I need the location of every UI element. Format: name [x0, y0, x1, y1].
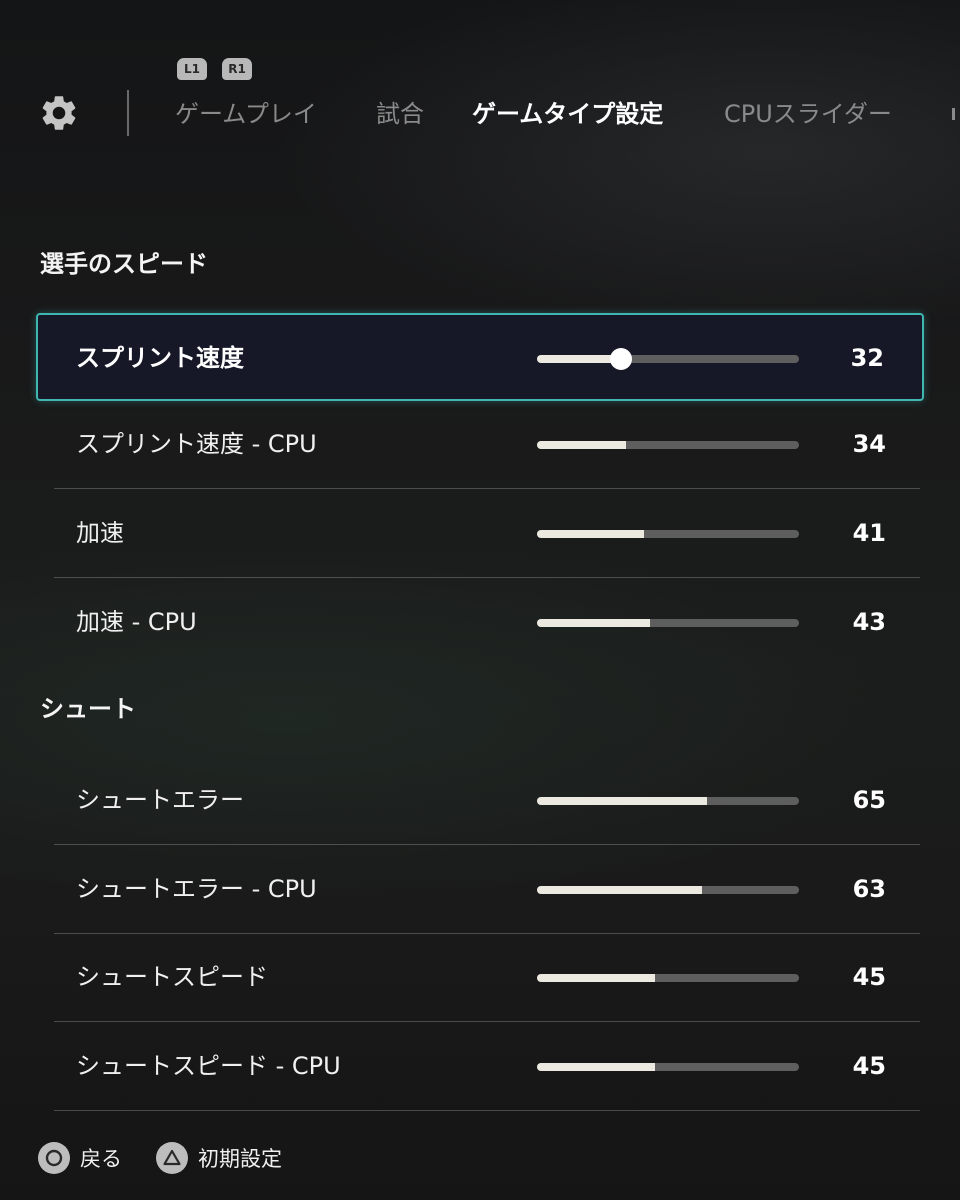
- setting-label: 加速: [76, 519, 124, 547]
- setting-row-shot-error[interactable]: シュートエラー 65: [54, 757, 920, 845]
- slider-fill: [537, 1063, 655, 1071]
- slider-track[interactable]: [537, 1063, 799, 1071]
- setting-label: シュートスピード - CPU: [76, 1052, 341, 1080]
- slider-track[interactable]: [537, 797, 799, 805]
- back-button[interactable]: 戻る: [38, 1136, 122, 1180]
- tab-game-type-settings[interactable]: ゲームタイプ設定: [472, 98, 663, 130]
- triangle-button-icon: [156, 1142, 188, 1174]
- setting-value: 34: [852, 430, 886, 458]
- setting-value: 63: [852, 875, 886, 903]
- tab-cpu-sliders[interactable]: CPUスライダー: [724, 98, 892, 130]
- slider-fill: [537, 797, 708, 805]
- slider-track[interactable]: [537, 348, 799, 370]
- setting-row-sprint-speed[interactable]: スプリント速度 32: [36, 313, 924, 401]
- setting-row-shot-error-cpu[interactable]: シュートエラー - CPU 63: [54, 846, 920, 934]
- top-tab-bar: L1 R1 ゲームプレイ 試合 ゲームタイプ設定 CPUスライダー: [0, 0, 960, 190]
- back-label: 戻る: [80, 1147, 122, 1171]
- setting-label: 加速 - CPU: [76, 608, 197, 636]
- slider-track[interactable]: [537, 619, 799, 627]
- gear-icon[interactable]: [38, 92, 80, 134]
- section-title-shooting: シュート: [40, 695, 136, 723]
- l1-button-icon[interactable]: L1: [177, 58, 207, 80]
- setting-label: シュートスピード: [76, 963, 268, 991]
- tab-match[interactable]: 試合: [376, 98, 424, 130]
- setting-label: スプリント速度: [76, 344, 244, 372]
- setting-value: 32: [850, 344, 884, 372]
- r1-button-icon[interactable]: R1: [222, 58, 252, 80]
- setting-row-shot-speed-cpu[interactable]: シュートスピード - CPU 45: [54, 1023, 920, 1111]
- footer-button-hints: 戻る 初期設定: [0, 1136, 960, 1180]
- tab-gameplay[interactable]: ゲームプレイ: [175, 98, 317, 130]
- slider-fill: [537, 441, 627, 449]
- setting-row-acceleration-cpu[interactable]: 加速 - CPU 43: [54, 579, 920, 667]
- setting-label: スプリント速度 - CPU: [76, 430, 317, 458]
- tab-divider: [127, 90, 129, 136]
- setting-row-shot-speed[interactable]: シュートスピード 45: [54, 934, 920, 1022]
- slider-track[interactable]: [537, 886, 799, 894]
- section-title-player-speed: 選手のスピード: [40, 250, 208, 278]
- reset-label: 初期設定: [198, 1147, 282, 1171]
- setting-value: 65: [852, 786, 886, 814]
- tab-overflow-indicator: [952, 98, 960, 130]
- setting-value: 41: [852, 519, 886, 547]
- slider-fill: [537, 619, 650, 627]
- setting-label: シュートエラー - CPU: [76, 875, 317, 903]
- slider-knob[interactable]: [609, 348, 632, 370]
- setting-label: シュートエラー: [76, 786, 244, 814]
- setting-value: 45: [852, 1052, 886, 1080]
- slider-track[interactable]: [537, 441, 799, 449]
- setting-value: 43: [852, 608, 886, 636]
- setting-row-sprint-speed-cpu[interactable]: スプリント速度 - CPU 34: [54, 401, 920, 489]
- slider-fill: [537, 886, 703, 894]
- slider-fill: [537, 355, 621, 363]
- setting-row-acceleration[interactable]: 加速 41: [54, 490, 920, 578]
- slider-track[interactable]: [537, 530, 799, 538]
- circle-button-icon: [38, 1142, 70, 1174]
- setting-value: 45: [852, 963, 886, 991]
- slider-track[interactable]: [537, 974, 799, 982]
- slider-fill: [537, 530, 645, 538]
- slider-fill: [537, 974, 655, 982]
- reset-defaults-button[interactable]: 初期設定: [156, 1136, 282, 1180]
